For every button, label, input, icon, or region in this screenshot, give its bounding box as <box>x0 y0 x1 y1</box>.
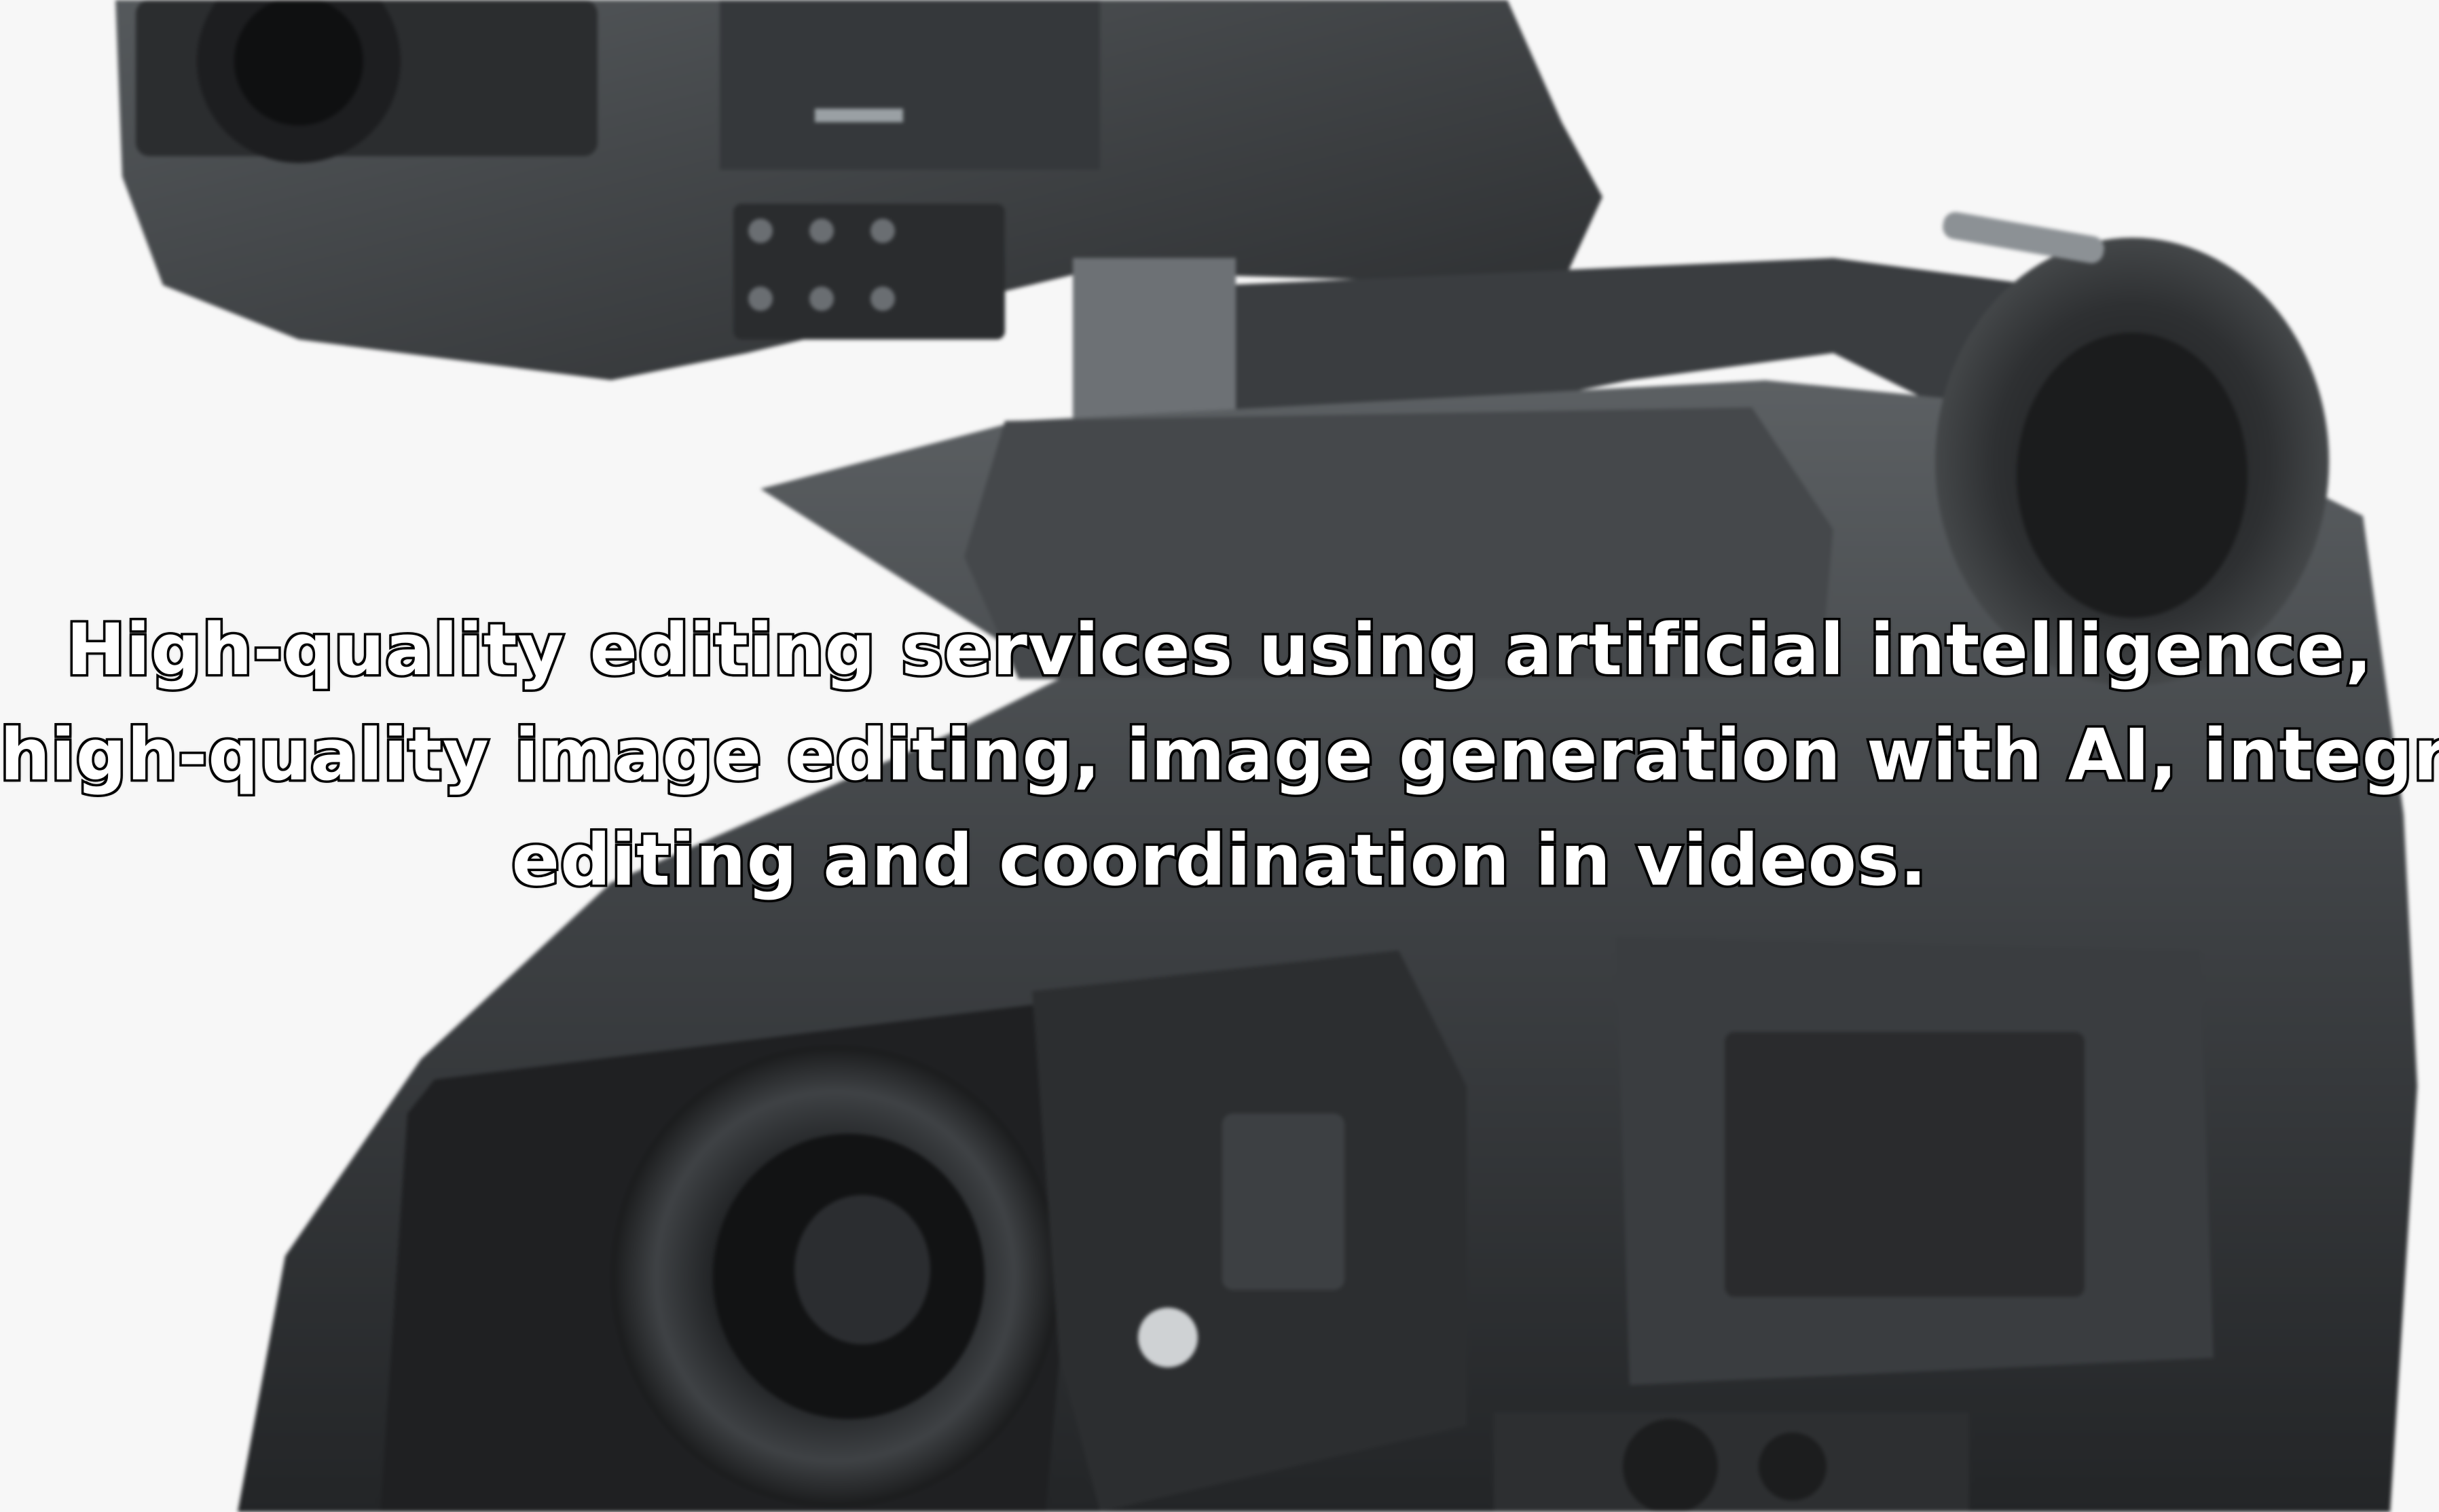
camcorder-image: High-quality editing services using arti… <box>0 0 2439 1512</box>
caption-line-2: high-quality image editing, image genera… <box>0 712 2439 799</box>
caption-overlay: High-quality editing services using arti… <box>0 597 2439 913</box>
caption-line-1: High-quality editing services using arti… <box>64 606 2374 694</box>
caption-line-3: editing and coordination in videos. <box>509 817 1929 904</box>
